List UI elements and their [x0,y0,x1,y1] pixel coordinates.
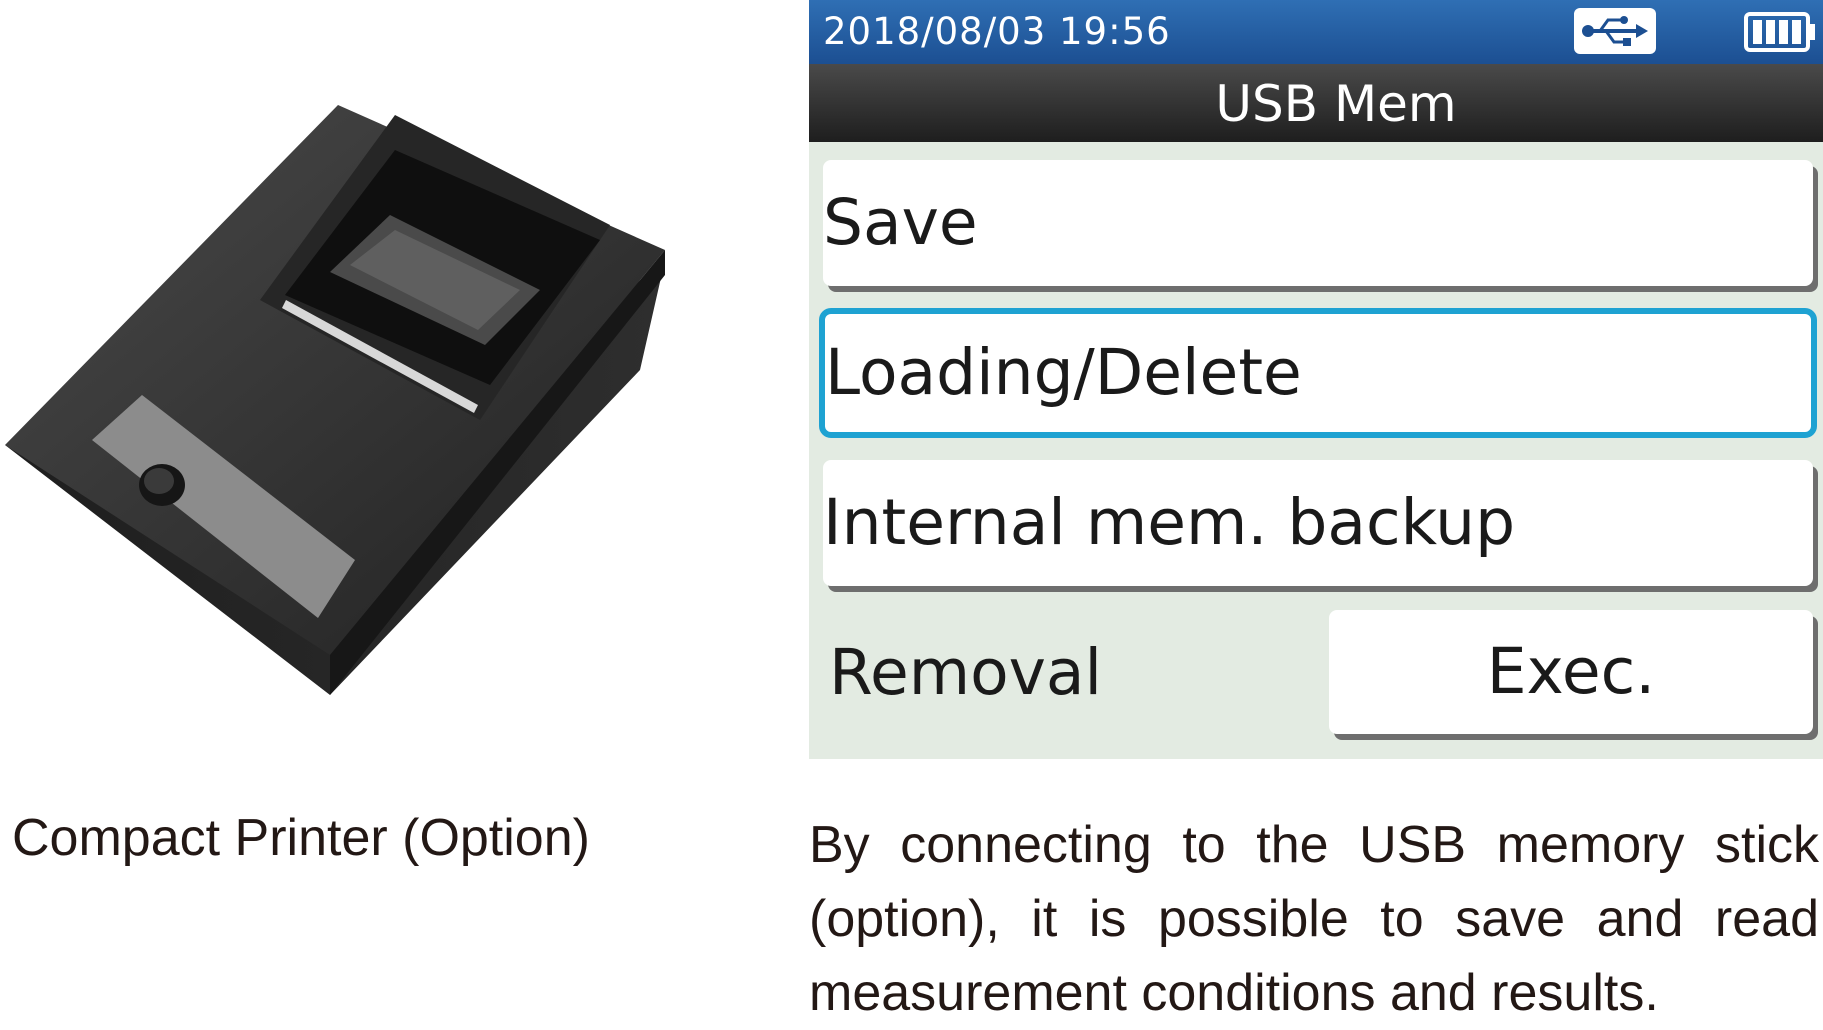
loading-delete-button[interactable]: Loading/Delete [819,308,1817,438]
title-bar: USB Mem [809,64,1823,142]
printer-caption: Compact Printer (Option) [12,809,590,867]
loading-delete-button-label: Loading/Delete [825,336,1302,409]
compact-printer-image [5,105,665,695]
internal-mem-backup-button[interactable]: Internal mem. backup [823,460,1813,586]
save-button-label: Save [823,186,978,259]
screen-title: USB Mem [1215,75,1457,133]
device-screen: 2018/08/03 19:56 USB Mem Save Loading/De… [809,0,1823,759]
internal-mem-backup-label: Internal mem. backup [823,486,1516,559]
removal-label: Removal [829,636,1103,709]
battery-full-icon [1744,10,1818,54]
save-button[interactable]: Save [823,160,1813,286]
status-bar: 2018/08/03 19:56 [809,0,1823,64]
exec-button[interactable]: Exec. [1329,610,1813,734]
usb-description: By connecting to the USB memory stick (o… [809,816,1819,1022]
usb-icon [1574,8,1656,54]
datetime-display: 2018/08/03 19:56 [823,10,1171,53]
